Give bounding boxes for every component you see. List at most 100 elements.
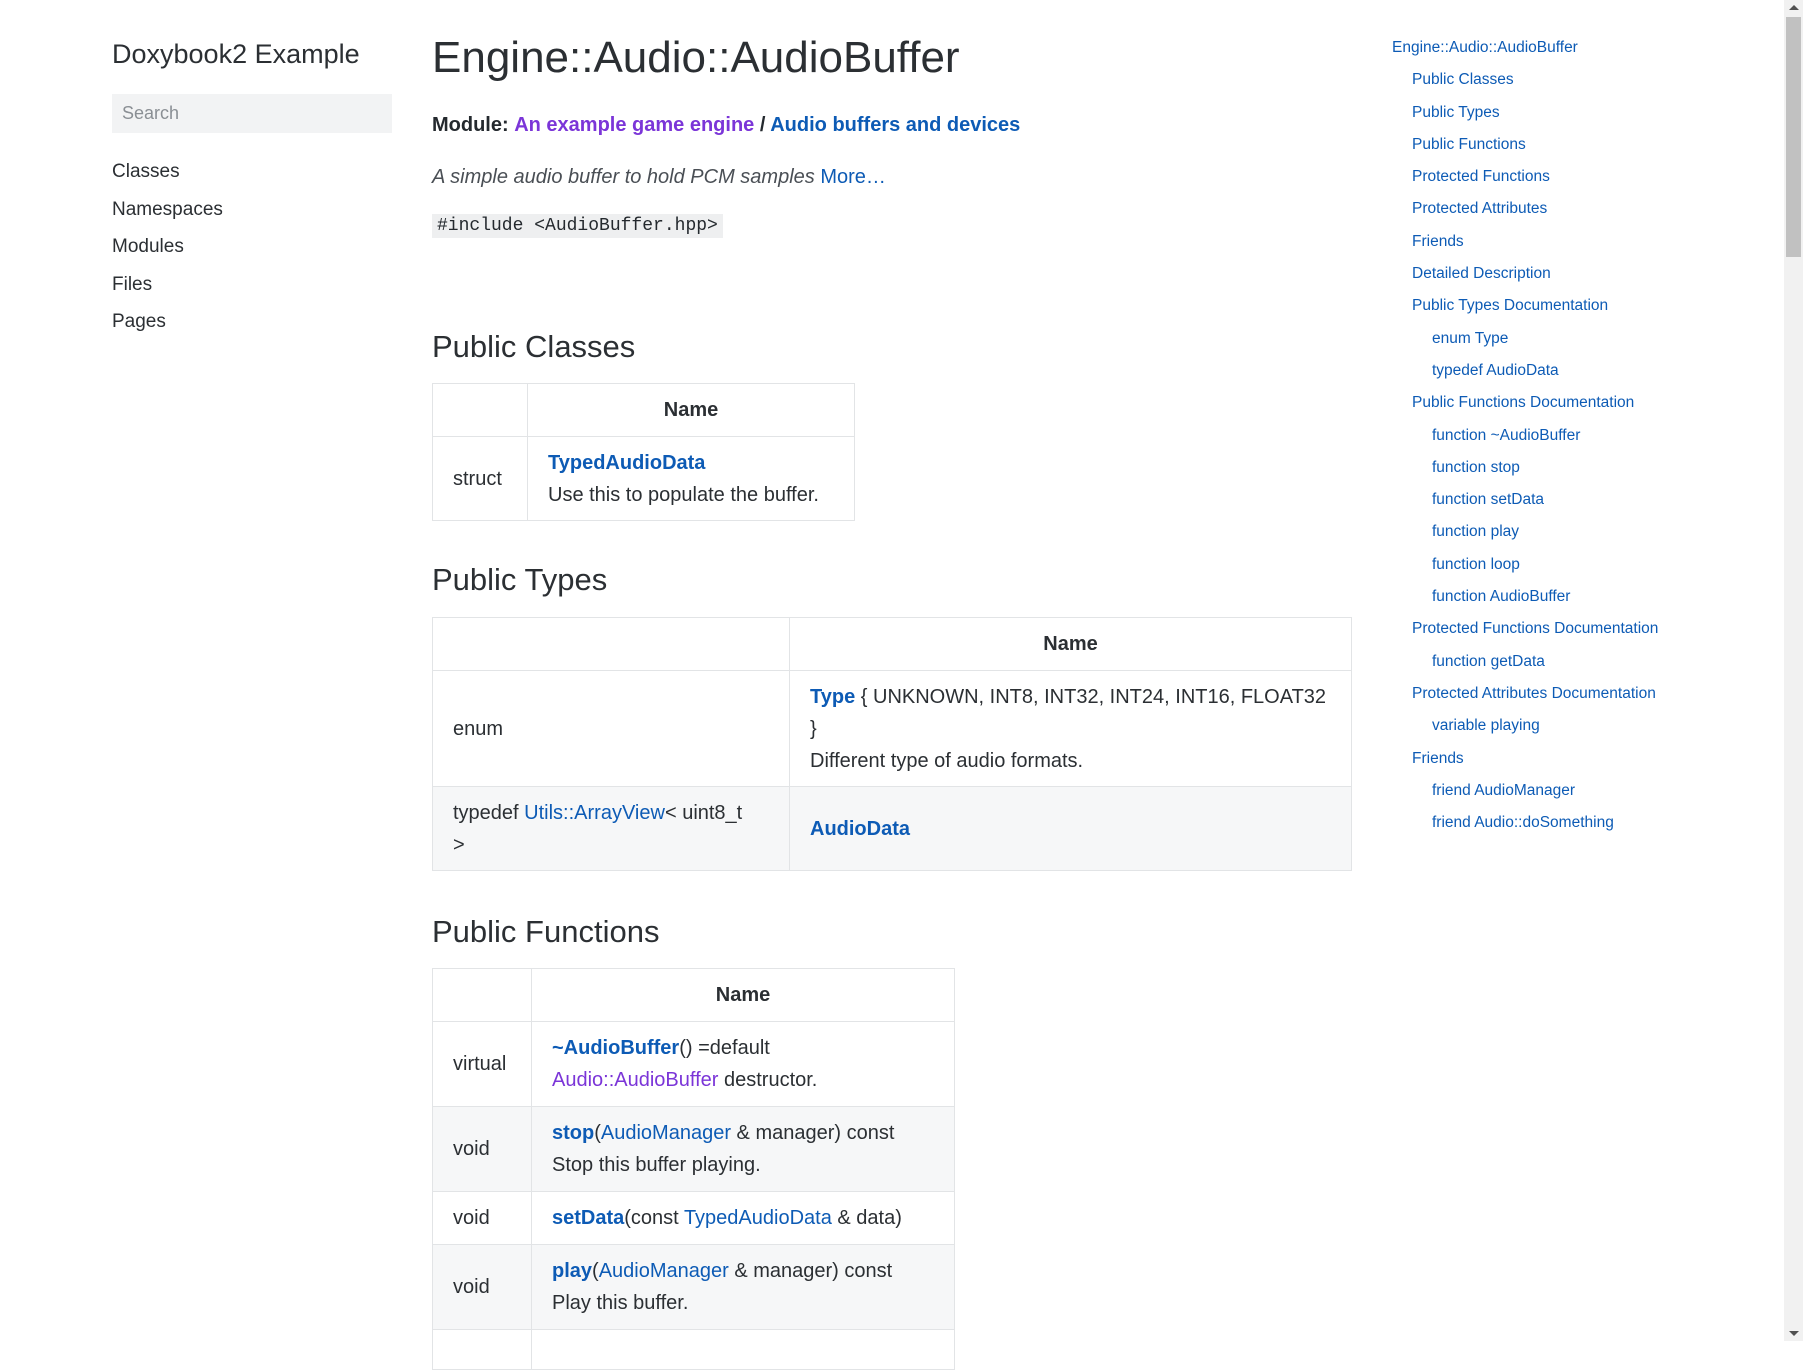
module-label: Module: [432, 114, 509, 136]
function-paren: ( [592, 1260, 599, 1282]
audiomanager-link[interactable]: AudioManager [601, 1122, 731, 1144]
typedef-template-close: > [453, 833, 465, 856]
function-link-destructor[interactable]: ~AudioBuffer [552, 1037, 679, 1059]
type-link-type[interactable]: Type [810, 686, 855, 708]
toc-item[interactable]: Protected Functions [1392, 161, 1692, 193]
module-link-audio-buffers[interactable]: Audio buffers and devices [770, 114, 1020, 136]
scroll-up-icon[interactable] [1789, 5, 1799, 10]
table-cell-cut [531, 1329, 955, 1370]
toc-item[interactable]: function play [1392, 516, 1692, 548]
toc-item[interactable]: friend AudioManager [1392, 775, 1692, 807]
arrayview-link[interactable]: Utils::ArrayView [524, 802, 665, 824]
table-row: typedef Utils::ArrayView< uint8_t > Audi… [432, 786, 1352, 871]
table-row: virtual ~AudioBuffer() =default Audio::A… [432, 1021, 955, 1107]
site-title[interactable]: Doxybook2 Example [112, 34, 392, 74]
toc-item[interactable]: function getData [1392, 646, 1692, 678]
toc-item[interactable]: Public Classes [1392, 64, 1692, 96]
brief-description: A simple audio buffer to hold PCM sample… [432, 164, 1352, 190]
toc-item[interactable]: Public Functions Documentation [1392, 387, 1692, 419]
toc-item[interactable]: function AudioBuffer [1392, 581, 1692, 613]
type-signature-close: } [810, 717, 817, 740]
function-cell: setData(const TypedAudioData & data) [531, 1191, 955, 1245]
more-link[interactable]: More… [820, 166, 886, 188]
function-paren: ( [594, 1122, 601, 1144]
toc-item[interactable]: enum Type [1392, 323, 1692, 355]
table-row: struct TypedAudioData Use this to popula… [432, 436, 855, 521]
function-signature: & manager) const [728, 1260, 893, 1282]
type-kind: enum [432, 670, 790, 787]
audiobuffer-link[interactable]: Audio::AudioBuffer [552, 1069, 718, 1091]
sidebar-item-namespaces[interactable]: Namespaces [112, 191, 392, 229]
search-input[interactable] [112, 94, 392, 133]
toc-item[interactable]: function setData [1392, 484, 1692, 516]
toc-item[interactable]: variable playing [1392, 710, 1692, 742]
sidebar-item-classes[interactable]: Classes [112, 153, 392, 191]
toc-item[interactable]: Protected Attributes [1392, 193, 1692, 225]
toc-item[interactable]: Protected Attributes Documentation [1392, 678, 1692, 710]
public-types-table: Name enum Type { UNKNOWN, INT8, INT32, I… [432, 617, 1352, 871]
function-paren: (const [624, 1207, 684, 1229]
toc-item[interactable]: Public Types Documentation [1392, 290, 1692, 322]
vertical-scrollbar[interactable] [1784, 0, 1803, 1341]
type-desc: Different type of audio formats. [810, 749, 1084, 772]
function-signature: () =default [679, 1037, 770, 1059]
function-desc: Play this buffer. [552, 1292, 689, 1314]
toc-item[interactable]: typedef AudioData [1392, 355, 1692, 387]
section-public-classes: Public Classes [432, 329, 636, 364]
table-row: enum Type { UNKNOWN, INT8, INT32, INT24,… [432, 670, 1352, 787]
sidebar-item-pages[interactable]: Pages [112, 303, 392, 341]
sidebar-item-modules[interactable]: Modules [112, 228, 392, 266]
toc-item[interactable]: Friends [1392, 226, 1692, 258]
table-of-contents: Engine::Audio::AudioBuffer Public Classes… [1392, 32, 1692, 839]
table-header-empty [432, 968, 532, 1022]
scrollbar-thumb[interactable] [1786, 17, 1801, 257]
function-desc: Stop this buffer playing. [552, 1154, 761, 1176]
toc-list: Engine::Audio::AudioBuffer Public Classes… [1392, 32, 1692, 839]
toc-item[interactable]: Protected Functions Documentation [1392, 613, 1692, 645]
table-header-empty [432, 617, 790, 671]
toc-item[interactable]: Public Functions [1392, 129, 1692, 161]
public-classes-table: Name struct TypedAudioData Use this to p… [432, 383, 855, 521]
type-link-audiodata[interactable]: AudioData [810, 818, 910, 840]
function-desc: destructor. [718, 1069, 818, 1091]
toc-item[interactable]: function ~AudioBuffer [1392, 420, 1692, 452]
sidebar: Doxybook2 Example Classes Namespaces Mod… [112, 34, 392, 341]
table-row: void setData(const TypedAudioData & data… [432, 1191, 955, 1245]
table-row: void stop(AudioManager & manager) const … [432, 1106, 955, 1192]
type-signature: { UNKNOWN, INT8, INT32, INT24, INT16, FL… [855, 685, 1327, 708]
sidebar-item-files[interactable]: Files [112, 266, 392, 304]
function-return-type: void [432, 1191, 532, 1245]
module-link-game-engine[interactable]: An example game engine [514, 114, 754, 136]
typedaudiodata-link[interactable]: TypedAudioData [684, 1207, 832, 1229]
section-public-functions: Public Functions [432, 914, 660, 949]
toc-item[interactable]: function loop [1392, 549, 1692, 581]
class-desc: Use this to populate the buffer. [548, 483, 819, 506]
function-link-play[interactable]: play [552, 1260, 592, 1282]
toc-item[interactable]: Friends [1392, 743, 1692, 775]
typedef-cell: AudioData [789, 786, 1352, 871]
class-link-typedaudiodata[interactable]: TypedAudioData [548, 452, 705, 474]
sidebar-nav: Classes Namespaces Modules Files Pages [112, 153, 392, 341]
table-cell-cut [432, 1329, 532, 1370]
function-link-setdata[interactable]: setData [552, 1207, 624, 1229]
function-signature: & data) [831, 1207, 902, 1229]
toc-item[interactable]: Detailed Description [1392, 258, 1692, 290]
audiomanager-link[interactable]: AudioManager [599, 1260, 729, 1282]
scroll-down-icon[interactable] [1789, 1331, 1799, 1336]
section-public-types: Public Types [432, 562, 608, 597]
typedef-template: < uint8_t [664, 801, 743, 824]
brief-text: A simple audio buffer to hold PCM sample… [432, 166, 815, 188]
function-return-type: virtual [432, 1021, 532, 1107]
toc-item[interactable]: Engine::Audio::AudioBuffer [1392, 32, 1692, 64]
toc-item[interactable]: function stop [1392, 452, 1692, 484]
function-signature: & manager) const [730, 1122, 895, 1144]
table-row: void play(AudioManager & manager) const … [432, 1244, 955, 1330]
function-cell: stop(AudioManager & manager) const Stop … [531, 1106, 955, 1192]
class-cell: TypedAudioData Use this to populate the … [527, 436, 855, 521]
main-content: Engine::Audio::AudioBuffer Module: An ex… [432, 30, 1352, 1370]
module-separator: / [754, 114, 771, 136]
toc-item[interactable]: Public Types [1392, 97, 1692, 129]
toc-item[interactable]: friend Audio::doSomething [1392, 807, 1692, 839]
function-link-stop[interactable]: stop [552, 1122, 594, 1144]
function-return-type: void [432, 1244, 532, 1330]
